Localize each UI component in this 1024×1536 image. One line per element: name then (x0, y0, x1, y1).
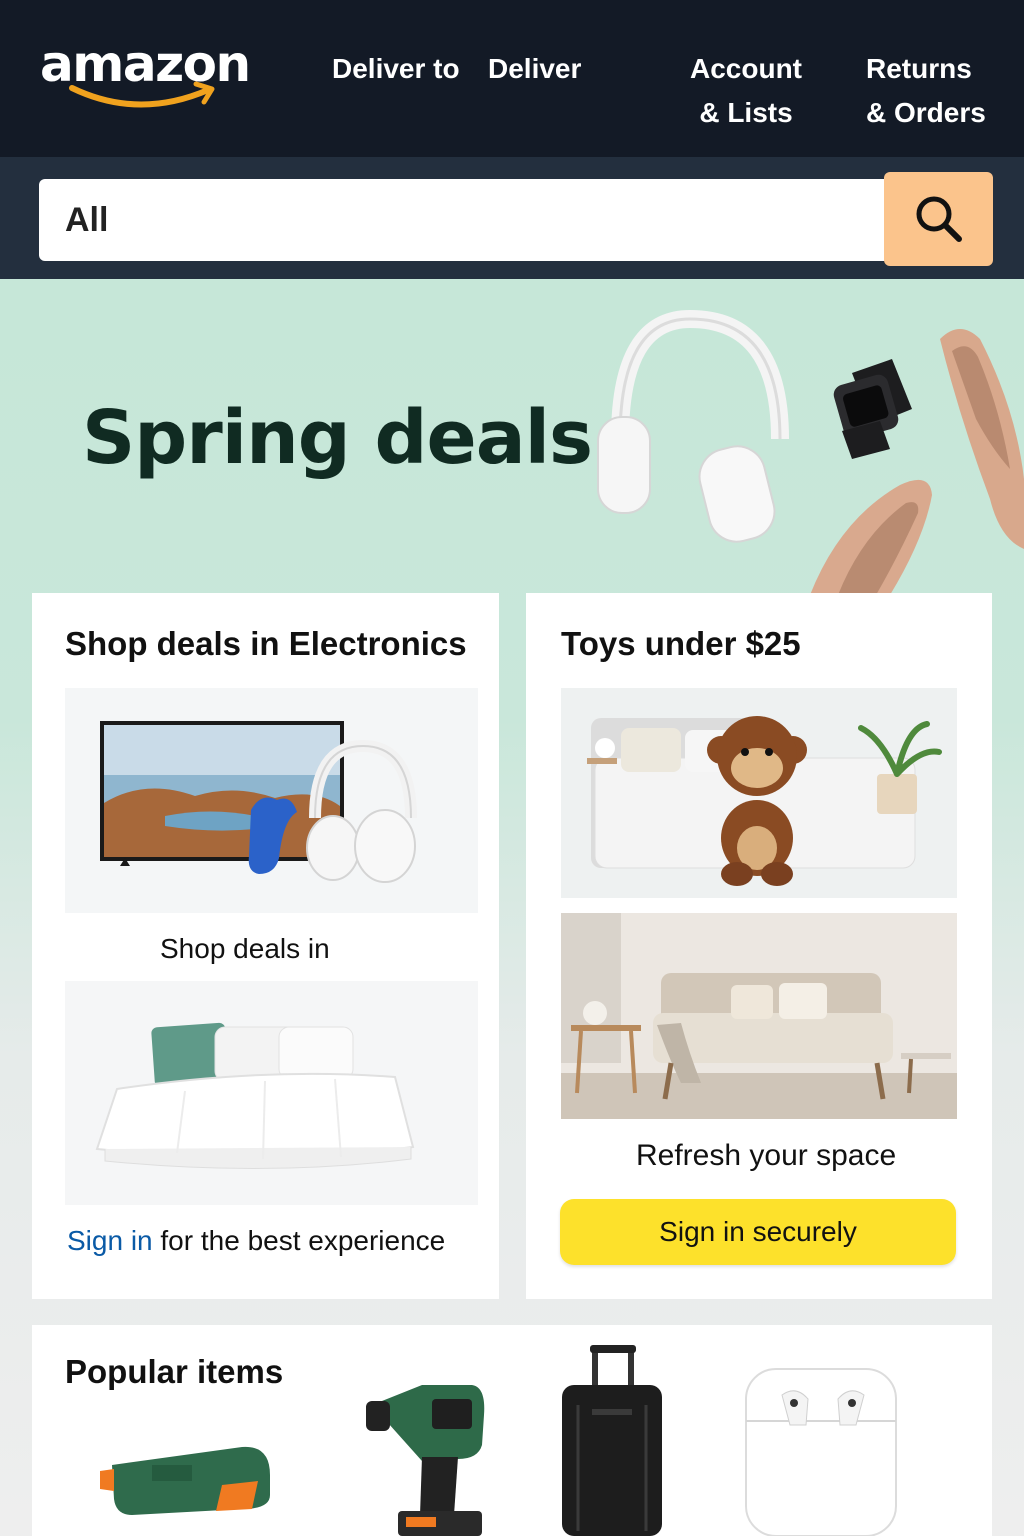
search-icon (916, 196, 962, 242)
search-bar: All (0, 157, 1024, 279)
search-button[interactable] (884, 172, 993, 266)
toys-tile-caption[interactable]: Refresh your space (636, 1139, 896, 1173)
toys-card-title: Toys under $25 (561, 625, 801, 662)
signin-prompt: Sign in for the best experience (67, 1225, 445, 1257)
lists-label: & Lists (699, 97, 793, 128)
headphones-image (597, 309, 789, 543)
electronics-tile[interactable] (65, 688, 478, 913)
tv-controller-headphones-image (65, 688, 478, 913)
plush-monkey-image (561, 688, 957, 898)
popular-items-title: Popular items (65, 1353, 284, 1390)
amazon-logo[interactable]: amazon (40, 34, 255, 118)
popular-items-card[interactable]: Popular items (32, 1325, 992, 1536)
bedding-tile[interactable] (65, 981, 478, 1205)
impact-driver-image[interactable] (362, 1365, 492, 1536)
orders-label: & Orders (866, 97, 986, 128)
suitcase-image[interactable] (552, 1345, 672, 1536)
deliver-to-link[interactable]: Deliver to (332, 47, 460, 91)
living-room-image (561, 913, 957, 1119)
account-label: Account (690, 53, 802, 84)
electronics-tile-caption[interactable]: Shop deals in (160, 933, 330, 965)
toys-tile[interactable] (561, 688, 957, 898)
sign-in-securely-button[interactable]: Sign in securely (560, 1199, 956, 1265)
search-scope-dropdown[interactable]: All (39, 201, 108, 240)
top-nav-bar: amazon Deliver to Deliver Account & List… (0, 0, 1024, 157)
home-decor-tile[interactable] (561, 913, 957, 1119)
smartwatch-image (833, 359, 912, 459)
earbuds-case-image[interactable] (742, 1365, 902, 1536)
signin-link[interactable]: Sign in (67, 1225, 153, 1256)
electronics-card-title: Shop deals in Electronics (65, 625, 467, 662)
returns-orders-link[interactable]: Returns & Orders (866, 47, 986, 135)
hero-title: Spring deals (82, 395, 593, 481)
electronics-deals-card[interactable]: Shop deals in Electronics Shop deals in (32, 593, 499, 1299)
shoes-image (810, 329, 1024, 595)
hero-products-image (597, 309, 1024, 595)
logo-smile-icon (69, 81, 215, 108)
signin-prompt-text: for the best experience (152, 1225, 446, 1256)
returns-label: Returns (866, 53, 972, 84)
glue-gun-image[interactable] (92, 1425, 282, 1536)
search-field: All (39, 179, 889, 261)
deliver-link[interactable]: Deliver (488, 47, 581, 91)
toys-card[interactable]: Toys under $25 Refresh your space Sign i… (526, 593, 992, 1299)
account-lists-menu[interactable]: Account & Lists (690, 47, 802, 135)
bed-image (65, 981, 478, 1205)
search-input[interactable] (108, 179, 889, 261)
